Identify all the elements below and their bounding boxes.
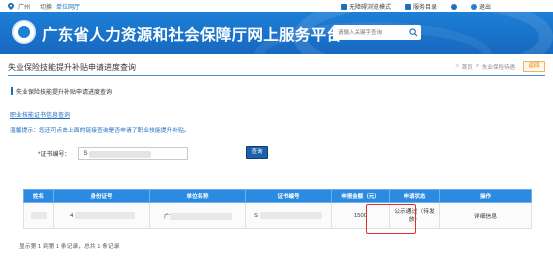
cert-number-input[interactable]: S [78, 146, 189, 160]
col-header-name: 姓名 [23, 189, 54, 203]
tip-text: 温馨提示：您还可点击上面的链接查询是否申请了职业技能提升补贴。 [10, 128, 190, 134]
results-table: 姓名 身份证号 单位名称 证书编号 申报金额（元） 申请状态 操作 4 广 S … [23, 189, 532, 229]
logout-link[interactable]: 退出 [470, 2, 491, 11]
service-directory-label: 服务目录 [412, 5, 437, 11]
col-header-action: 操作 [439, 189, 532, 203]
breadcrumb: ⌂ 首页 > 失业保险待遇 [455, 63, 515, 71]
home-icon: ⌂ [455, 63, 459, 69]
cell-amount: 1500 [331, 202, 390, 229]
section-marker [11, 87, 13, 95]
col-header-status: 申请状态 [389, 189, 440, 203]
site-banner: 广东省人力资源和社会保障厅网上服务平台 [0, 12, 553, 54]
search-input[interactable] [333, 25, 405, 40]
pagination-summary: 显示第 1 到第 1 条记录，总共 1 条记录 [19, 244, 120, 250]
breadcrumb-home[interactable]: 首页 [462, 63, 473, 71]
cell-unit: 广 [149, 202, 246, 229]
cell-status: 公示通过（待发放） [389, 202, 440, 229]
cell-action-details-link[interactable]: 详细信息 [439, 202, 532, 229]
accessible-mode-label: 无障碍浏览模式 [348, 5, 391, 11]
site-title[interactable]: 广东省人力资源和社会保障厅网上服务平台 [42, 23, 342, 45]
cert-query-link[interactable]: 职业技能证书信息查询 [10, 110, 70, 119]
location-pin-icon [8, 3, 14, 10]
utility-links: 无障碍浏览模式 服务目录 退出 [340, 2, 491, 11]
switch-city-link[interactable]: 切换 [40, 2, 52, 11]
search-icon[interactable] [409, 28, 418, 37]
back-button[interactable]: 返回 [523, 61, 545, 72]
logout-label: 退出 [478, 5, 491, 11]
col-header-cert: 证书编号 [245, 189, 332, 203]
table-header-row: 姓名 身份证号 单位名称 证书编号 申报金额（元） 申请状态 操作 [23, 189, 532, 203]
site-search [333, 25, 421, 40]
redacted-value [89, 150, 152, 158]
section-header: 失业保险技能提升补贴申请进度查询 [8, 86, 545, 96]
table-row: 4 广 S 1500 公示通过（待发放） 详细信息 [23, 202, 532, 229]
accessibility-icon [340, 3, 347, 10]
user-menu[interactable] [450, 3, 457, 10]
cell-cert: S [245, 202, 332, 229]
redacted-value [30, 211, 47, 219]
user-icon [450, 3, 457, 10]
cell-id: 4 [53, 202, 150, 229]
current-city: 广州 [18, 5, 31, 11]
section-title: 失业保险技能提升补贴申请进度查询 [16, 90, 113, 96]
unit-portal-link[interactable]: 单位网厅 [56, 2, 80, 11]
col-header-id: 身份证号 [53, 189, 150, 203]
top-utility-bar: 广州 切换 单位网厅 无障碍浏览模式 服务目录 退出 [0, 0, 553, 12]
accessible-mode-link[interactable]: 无障碍浏览模式 [340, 2, 391, 11]
grid-icon [404, 3, 411, 10]
redacted-value [259, 211, 322, 219]
cert-number-label: *证书编号： [38, 151, 71, 158]
col-header-amount: 申报金额（元） [331, 189, 390, 203]
page-heading: 失业保险技能提升补贴申请进度查询 ⌂ 首页 > 失业保险待遇 返回 [8, 59, 545, 76]
cell-name [23, 202, 54, 229]
page-title: 失业保险技能提升补贴申请进度查询 [8, 63, 136, 72]
location-switcher: 广州 切换 单位网厅 [8, 2, 80, 11]
id-prefix: 4 [70, 213, 74, 220]
query-button[interactable]: 查询 [246, 146, 268, 159]
redacted-value [169, 212, 232, 220]
col-header-unit: 单位名称 [149, 189, 246, 203]
breadcrumb-current[interactable]: 失业保险待遇 [482, 63, 515, 71]
cert-number-row: *证书编号： S [38, 146, 189, 160]
cert-number-prefix: S [83, 150, 88, 157]
unit-prefix: 广 [164, 214, 170, 220]
power-icon [470, 3, 477, 10]
service-directory-link[interactable]: 服务目录 [404, 2, 437, 11]
breadcrumb-separator: > [475, 63, 479, 69]
site-logo[interactable] [12, 20, 36, 44]
redacted-value [74, 211, 135, 219]
cert-prefix: S [254, 213, 258, 220]
